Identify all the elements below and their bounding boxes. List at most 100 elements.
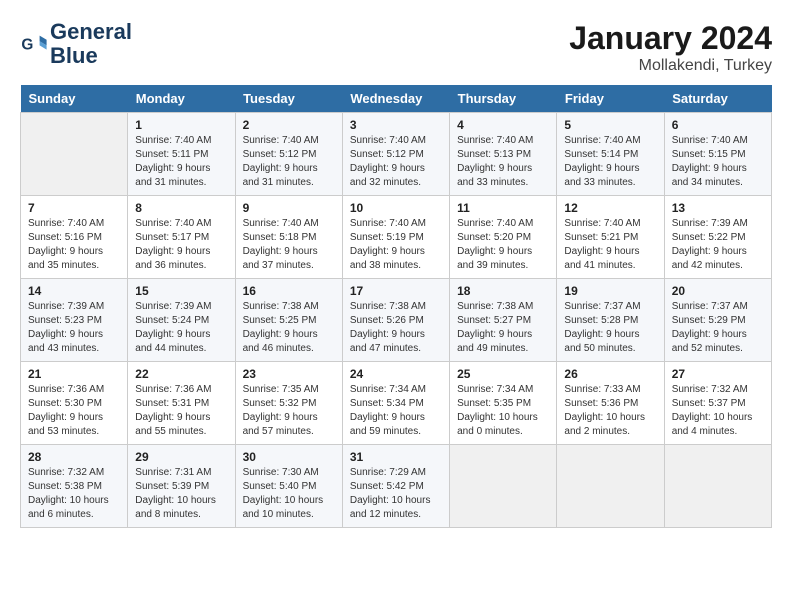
week-row-4: 21 Sunrise: 7:36 AM Sunset: 5:30 PM Dayli… bbox=[21, 362, 772, 445]
day-cell: 26Sunrise: 7:33 AM Sunset: 5:36 PM Dayli… bbox=[557, 362, 664, 445]
day-number: 29 bbox=[135, 450, 227, 464]
page-header: G General Blue January 2024 Mollakendi, … bbox=[20, 20, 772, 75]
day-content: Sunrise: 7:39 AM Sunset: 5:22 PM Dayligh… bbox=[672, 217, 764, 273]
day-cell: 25 Sunrise: 7:34 AM Sunset: 5:35 PM Dayli… bbox=[450, 362, 557, 445]
day-number: 1 bbox=[135, 118, 227, 132]
logo-icon: G bbox=[20, 30, 48, 58]
day-number: 15 bbox=[135, 284, 227, 298]
day-content: Sunrise: 7:38 AM Sunset: 5:26 PM Dayligh… bbox=[350, 300, 442, 356]
day-cell bbox=[450, 445, 557, 528]
day-content: Sunrise: 7:39 AM Sunset: 5:23 PM Dayligh… bbox=[28, 300, 120, 356]
logo-text: General Blue bbox=[50, 20, 132, 68]
day-number: 16 bbox=[243, 284, 335, 298]
day-content: Sunrise: 7:32 AM Sunset: 5:37 PM Dayligh… bbox=[672, 383, 764, 439]
column-header-saturday: Saturday bbox=[664, 85, 771, 113]
day-cell: 28 Sunrise: 7:32 AM Sunset: 5:38 PM Dayli… bbox=[21, 445, 128, 528]
day-content: Sunrise: 7:35 AM Sunset: 5:32 PM Dayligh… bbox=[243, 383, 335, 439]
column-header-wednesday: Wednesday bbox=[342, 85, 449, 113]
day-number: 5 bbox=[564, 118, 656, 132]
day-number: 14 bbox=[28, 284, 120, 298]
day-number: 18 bbox=[457, 284, 549, 298]
week-row-2: 7 Sunrise: 7:40 AM Sunset: 5:16 PM Daylig… bbox=[21, 196, 772, 279]
day-content: Sunrise: 7:40 AM Sunset: 5:13 PM Dayligh… bbox=[457, 134, 549, 190]
day-number: 7 bbox=[28, 201, 120, 215]
column-header-monday: Monday bbox=[128, 85, 235, 113]
day-cell: 12 Sunrise: 7:40 AM Sunset: 5:21 PM Dayli… bbox=[557, 196, 664, 279]
day-number: 26 bbox=[564, 367, 656, 381]
column-header-tuesday: Tuesday bbox=[235, 85, 342, 113]
day-cell: 22Sunrise: 7:36 AM Sunset: 5:31 PM Dayli… bbox=[128, 362, 235, 445]
column-header-friday: Friday bbox=[557, 85, 664, 113]
day-content: Sunrise: 7:29 AM Sunset: 5:42 PM Dayligh… bbox=[350, 466, 442, 522]
day-number: 21 bbox=[28, 367, 120, 381]
day-cell: 8 Sunrise: 7:40 AM Sunset: 5:17 PM Daylig… bbox=[128, 196, 235, 279]
day-content: Sunrise: 7:40 AM Sunset: 5:12 PM Dayligh… bbox=[350, 134, 442, 190]
day-cell: 24 Sunrise: 7:34 AM Sunset: 5:34 PM Dayli… bbox=[342, 362, 449, 445]
day-number: 24 bbox=[350, 367, 442, 381]
month-year-title: January 2024 bbox=[569, 20, 772, 57]
logo: G General Blue bbox=[20, 20, 132, 68]
day-number: 28 bbox=[28, 450, 120, 464]
day-cell: 20 Sunrise: 7:37 AM Sunset: 5:29 PM Dayli… bbox=[664, 279, 771, 362]
day-content: Sunrise: 7:40 AM Sunset: 5:21 PM Dayligh… bbox=[564, 217, 656, 273]
day-content: Sunrise: 7:40 AM Sunset: 5:18 PM Dayligh… bbox=[243, 217, 335, 273]
day-cell: 3 Sunrise: 7:40 AM Sunset: 5:12 PM Daylig… bbox=[342, 113, 449, 196]
day-number: 20 bbox=[672, 284, 764, 298]
day-content: Sunrise: 7:30 AM Sunset: 5:40 PM Dayligh… bbox=[243, 466, 335, 522]
day-number: 17 bbox=[350, 284, 442, 298]
day-cell: 14 Sunrise: 7:39 AM Sunset: 5:23 PM Dayli… bbox=[21, 279, 128, 362]
day-content: Sunrise: 7:34 AM Sunset: 5:34 PM Dayligh… bbox=[350, 383, 442, 439]
day-number: 2 bbox=[243, 118, 335, 132]
day-content: Sunrise: 7:40 AM Sunset: 5:17 PM Dayligh… bbox=[135, 217, 227, 273]
day-cell: 29 Sunrise: 7:31 AM Sunset: 5:39 PM Dayli… bbox=[128, 445, 235, 528]
day-content: Sunrise: 7:34 AM Sunset: 5:35 PM Dayligh… bbox=[457, 383, 549, 439]
day-number: 27 bbox=[672, 367, 764, 381]
day-cell: 21 Sunrise: 7:36 AM Sunset: 5:30 PM Dayli… bbox=[21, 362, 128, 445]
day-cell: 23 Sunrise: 7:35 AM Sunset: 5:32 PM Dayli… bbox=[235, 362, 342, 445]
day-content: Sunrise: 7:40 AM Sunset: 5:14 PM Dayligh… bbox=[564, 134, 656, 190]
week-row-1: 1Sunrise: 7:40 AM Sunset: 5:11 PM Daylig… bbox=[21, 113, 772, 196]
location-subtitle: Mollakendi, Turkey bbox=[569, 57, 772, 75]
day-content: Sunrise: 7:32 AM Sunset: 5:38 PM Dayligh… bbox=[28, 466, 120, 522]
day-content: Sunrise: 7:37 AM Sunset: 5:28 PM Dayligh… bbox=[564, 300, 656, 356]
day-content: Sunrise: 7:37 AM Sunset: 5:29 PM Dayligh… bbox=[672, 300, 764, 356]
day-number: 3 bbox=[350, 118, 442, 132]
day-cell: 17 Sunrise: 7:38 AM Sunset: 5:26 PM Dayli… bbox=[342, 279, 449, 362]
day-cell: 5 Sunrise: 7:40 AM Sunset: 5:14 PM Daylig… bbox=[557, 113, 664, 196]
day-cell: 11Sunrise: 7:40 AM Sunset: 5:20 PM Dayli… bbox=[450, 196, 557, 279]
title-block: January 2024 Mollakendi, Turkey bbox=[569, 20, 772, 75]
day-number: 9 bbox=[243, 201, 335, 215]
day-cell: 16 Sunrise: 7:38 AM Sunset: 5:25 PM Dayli… bbox=[235, 279, 342, 362]
column-header-sunday: Sunday bbox=[21, 85, 128, 113]
day-number: 6 bbox=[672, 118, 764, 132]
day-content: Sunrise: 7:40 AM Sunset: 5:19 PM Dayligh… bbox=[350, 217, 442, 273]
svg-text:G: G bbox=[21, 37, 33, 54]
day-content: Sunrise: 7:38 AM Sunset: 5:27 PM Dayligh… bbox=[457, 300, 549, 356]
day-number: 25 bbox=[457, 367, 549, 381]
day-cell: 1Sunrise: 7:40 AM Sunset: 5:11 PM Daylig… bbox=[128, 113, 235, 196]
day-cell: 15Sunrise: 7:39 AM Sunset: 5:24 PM Dayli… bbox=[128, 279, 235, 362]
day-number: 22 bbox=[135, 367, 227, 381]
day-content: Sunrise: 7:40 AM Sunset: 5:16 PM Dayligh… bbox=[28, 217, 120, 273]
day-cell: 4 Sunrise: 7:40 AM Sunset: 5:13 PM Daylig… bbox=[450, 113, 557, 196]
day-number: 8 bbox=[135, 201, 227, 215]
day-number: 12 bbox=[564, 201, 656, 215]
week-row-5: 28 Sunrise: 7:32 AM Sunset: 5:38 PM Dayli… bbox=[21, 445, 772, 528]
calendar-header-row: SundayMondayTuesdayWednesdayThursdayFrid… bbox=[21, 85, 772, 113]
day-cell: 7 Sunrise: 7:40 AM Sunset: 5:16 PM Daylig… bbox=[21, 196, 128, 279]
day-content: Sunrise: 7:40 AM Sunset: 5:20 PM Dayligh… bbox=[457, 217, 549, 273]
day-number: 4 bbox=[457, 118, 549, 132]
day-content: Sunrise: 7:36 AM Sunset: 5:30 PM Dayligh… bbox=[28, 383, 120, 439]
day-cell: 2Sunrise: 7:40 AM Sunset: 5:12 PM Daylig… bbox=[235, 113, 342, 196]
day-cell: 18 Sunrise: 7:38 AM Sunset: 5:27 PM Dayli… bbox=[450, 279, 557, 362]
day-number: 23 bbox=[243, 367, 335, 381]
day-number: 19 bbox=[564, 284, 656, 298]
day-number: 30 bbox=[243, 450, 335, 464]
day-number: 31 bbox=[350, 450, 442, 464]
day-cell: 30 Sunrise: 7:30 AM Sunset: 5:40 PM Dayli… bbox=[235, 445, 342, 528]
day-content: Sunrise: 7:38 AM Sunset: 5:25 PM Dayligh… bbox=[243, 300, 335, 356]
day-cell bbox=[557, 445, 664, 528]
column-header-thursday: Thursday bbox=[450, 85, 557, 113]
calendar-table: SundayMondayTuesdayWednesdayThursdayFrid… bbox=[20, 85, 772, 528]
day-content: Sunrise: 7:31 AM Sunset: 5:39 PM Dayligh… bbox=[135, 466, 227, 522]
